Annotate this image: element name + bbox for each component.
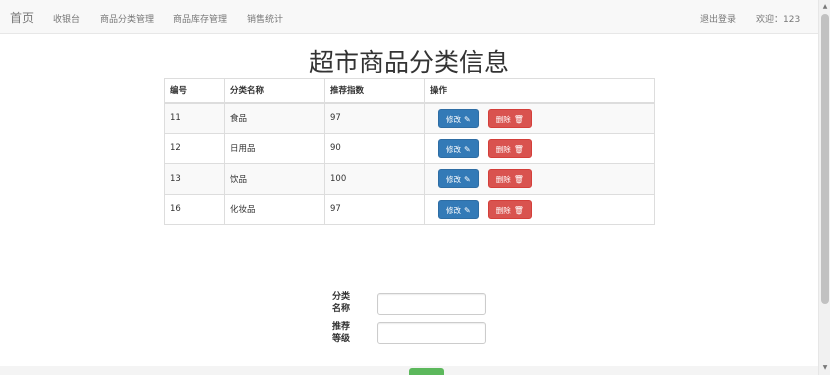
cell-category-name: 化妆品 [224, 193, 325, 225]
category-name-label-line2: 名称 [331, 304, 350, 314]
table-row: 11 食品 97 修改 ✎ 删除 🗑 [164, 102, 655, 134]
cell-category-name: 日用品 [224, 132, 325, 164]
cell-category-name: 食品 [224, 102, 325, 134]
cell-actions: 修改 ✎ 删除 🗑 [424, 102, 655, 134]
page-title: 超市商品分类信息 [308, 48, 509, 77]
rating-input[interactable] [377, 322, 486, 344]
submit-button[interactable] [409, 368, 444, 375]
top-navbar: 首页 收银台 商品分类管理 商品库存管理 销售统计 退出登录 欢迎：123 [0, 0, 818, 34]
nav-item-cashier[interactable]: 收银台 [53, 12, 80, 25]
delete-label: 删除 [495, 205, 511, 215]
category-name-label: 分类 名称 [329, 291, 353, 315]
nav-home[interactable]: 首页 [10, 9, 34, 26]
cell-rating: 90 [324, 132, 425, 164]
cell-id: 13 [164, 163, 225, 195]
table-row: 12 日用品 90 修改 ✎ 删除 🗑 [164, 132, 655, 164]
edit-label: 修改 [446, 114, 461, 124]
cell-id: 16 [164, 193, 225, 225]
cell-rating: 100 [324, 163, 425, 195]
pencil-icon: ✎ [464, 114, 471, 124]
vertical-scrollbar[interactable]: ▲ ▼ [818, 0, 830, 375]
rating-label: 推荐 等级 [329, 321, 353, 345]
table-row: 13 饮品 100 修改 ✎ 删除 🗑 [164, 163, 655, 195]
trash-icon: 🗑 [513, 175, 524, 185]
cell-id: 11 [164, 102, 225, 134]
pencil-icon: ✎ [464, 144, 471, 154]
delete-label: 删除 [495, 114, 511, 124]
edit-label: 修改 [446, 205, 461, 215]
delete-button[interactable]: 删除 🗑 [487, 169, 532, 189]
edit-button[interactable]: 修改 ✎ [438, 199, 479, 219]
trash-icon: 🗑 [513, 114, 524, 124]
cell-rating: 97 [324, 193, 425, 225]
table-row: 16 化妆品 97 修改 ✎ 删除 🗑 [164, 193, 655, 225]
cell-id: 12 [164, 132, 225, 164]
rating-label-line2: 等级 [331, 334, 350, 344]
header-rating: 推荐指数 [324, 78, 425, 104]
cell-actions: 修改 ✎ 删除 🗑 [424, 193, 655, 225]
table-header-row: 编号 分类名称 推荐指数 操作 [164, 78, 655, 104]
edit-button[interactable]: 修改 ✎ [438, 108, 479, 128]
cell-actions: 修改 ✎ 删除 🗑 [424, 163, 655, 195]
scrollbar-thumb[interactable] [821, 14, 829, 304]
pencil-icon: ✎ [464, 205, 471, 215]
nav-item-sales-statistics[interactable]: 销售统计 [247, 12, 283, 25]
delete-button[interactable]: 删除 🗑 [487, 138, 532, 158]
nav-item-category-management[interactable]: 商品分类管理 [100, 12, 154, 25]
cell-category-name: 饮品 [224, 163, 325, 195]
header-category-name: 分类名称 [224, 78, 325, 104]
category-table: 编号 分类名称 推荐指数 操作 11 食品 97 修改 ✎ 删除 🗑 12 日用品 9… [164, 78, 655, 225]
delete-button[interactable]: 删除 🗑 [487, 199, 532, 219]
scroll-down-icon[interactable]: ▼ [819, 362, 830, 374]
rating-label-line1: 推荐 [331, 322, 350, 332]
cell-rating: 97 [324, 102, 425, 134]
nav-welcome-user: 欢迎：123 [756, 15, 801, 25]
edit-label: 修改 [446, 175, 461, 185]
nav-logout[interactable]: 退出登录 [700, 12, 736, 25]
delete-label: 删除 [495, 175, 511, 185]
category-name-label-line1: 分类 [331, 292, 350, 302]
edit-button[interactable]: 修改 ✎ [438, 169, 479, 189]
delete-button[interactable]: 删除 🗑 [487, 108, 532, 128]
delete-label: 删除 [495, 144, 511, 154]
trash-icon: 🗑 [513, 205, 524, 215]
header-actions: 操作 [424, 78, 655, 104]
edit-button[interactable]: 修改 ✎ [438, 138, 479, 158]
edit-label: 修改 [446, 144, 461, 154]
pencil-icon: ✎ [464, 175, 471, 185]
scroll-up-icon[interactable]: ▲ [819, 1, 830, 13]
cell-actions: 修改 ✎ 删除 🗑 [424, 132, 655, 164]
nav-item-inventory-management[interactable]: 商品库存管理 [173, 12, 227, 25]
category-name-input[interactable] [377, 293, 486, 315]
header-id: 编号 [164, 78, 225, 104]
trash-icon: 🗑 [513, 144, 524, 154]
